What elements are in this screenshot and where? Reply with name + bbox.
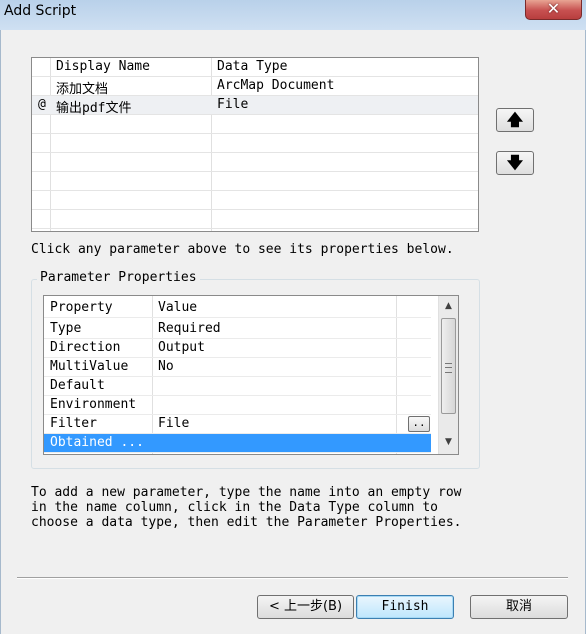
window-title: Add Script (4, 3, 77, 19)
back-button-label: < 上一步(B) (268, 599, 343, 614)
empty-parameter-row[interactable] (32, 172, 478, 191)
property-name: Filter (50, 416, 97, 431)
column-header-data-type[interactable]: Data Type (217, 59, 287, 74)
property-value[interactable]: File (158, 416, 189, 431)
property-row[interactable]: Direction Output (44, 339, 431, 358)
property-row[interactable]: Filter File (44, 415, 431, 434)
property-value[interactable]: Required (158, 321, 221, 336)
scroll-down-icon[interactable]: ▼ (439, 434, 458, 451)
data-type-cell[interactable]: File (217, 97, 248, 112)
property-grid[interactable]: Property Value Type Required Direction O… (43, 295, 459, 455)
parameter-grid[interactable]: Display Name Data Type 添加文档 ArcMap Docum… (31, 57, 479, 232)
column-header-value[interactable]: Value (158, 300, 197, 315)
property-name: Environment (50, 397, 137, 412)
property-row[interactable]: Type Required (44, 320, 431, 339)
data-type-cell[interactable]: ArcMap Document (217, 78, 334, 93)
column-header-display-name[interactable]: Display Name (56, 59, 150, 74)
title-bar: Add Script ✕ (0, 0, 586, 30)
empty-parameter-row[interactable] (32, 191, 478, 210)
display-name-cell[interactable]: 输出pdf文件 (56, 97, 131, 116)
property-row[interactable]: Default (44, 377, 431, 396)
parameter-header-row: Display Name Data Type (32, 58, 478, 77)
property-name: Direction (50, 340, 121, 355)
property-row[interactable]: MultiValue No (44, 358, 431, 377)
property-name: Default (50, 378, 105, 393)
instruction-text: To add a new parameter, type the name in… (31, 485, 462, 530)
instruction-text: Click any parameter above to see its pro… (31, 242, 454, 257)
move-up-button[interactable]: 🡅 (496, 108, 534, 132)
empty-parameter-row[interactable] (32, 210, 478, 229)
grip-icon (445, 363, 452, 373)
close-button[interactable]: ✕ (525, 0, 582, 20)
parameter-row-selected[interactable]: @ 输出pdf文件 File (32, 96, 478, 116)
empty-parameter-row[interactable] (32, 115, 478, 134)
property-name: Type (50, 321, 82, 336)
empty-parameter-row[interactable] (32, 153, 478, 172)
arrow-up-icon: 🡅 (506, 110, 524, 129)
property-row-selected[interactable]: Obtained ... (44, 434, 431, 453)
separator (17, 577, 568, 579)
scroll-up-icon[interactable]: ▲ (439, 298, 458, 315)
back-button[interactable]: < 上一步(B) (257, 595, 354, 619)
display-name-cell[interactable]: 添加文档 (56, 78, 108, 97)
browse-button[interactable]: .. (408, 416, 430, 432)
vertical-scrollbar[interactable]: ▲ ▼ (438, 296, 458, 454)
scrollbar-thumb[interactable] (441, 318, 456, 414)
parameter-properties-label: Parameter Properties (37, 270, 200, 285)
close-icon: ✕ (546, 0, 561, 18)
finish-button-label: Finish (381, 599, 429, 614)
cancel-button-label: 取消 (505, 599, 532, 614)
property-value[interactable]: Output (158, 340, 205, 355)
finish-button[interactable]: Finish (356, 595, 454, 619)
arrow-down-icon: 🡇 (506, 153, 524, 172)
property-name: MultiValue (50, 359, 129, 374)
ellipsis-icon: .. (412, 416, 426, 429)
parameter-row[interactable]: 添加文档 ArcMap Document (32, 77, 478, 97)
column-header-property[interactable]: Property (50, 300, 113, 315)
property-header-row: Property Value (44, 296, 431, 318)
move-down-button[interactable]: 🡇 (496, 151, 534, 175)
property-name: Obtained ... (50, 435, 144, 450)
row-marker: @ (38, 97, 46, 112)
property-value[interactable]: No (158, 359, 174, 374)
cancel-button[interactable]: 取消 (470, 595, 568, 619)
empty-parameter-row[interactable] (32, 134, 478, 153)
property-row[interactable]: Environment (44, 396, 431, 415)
